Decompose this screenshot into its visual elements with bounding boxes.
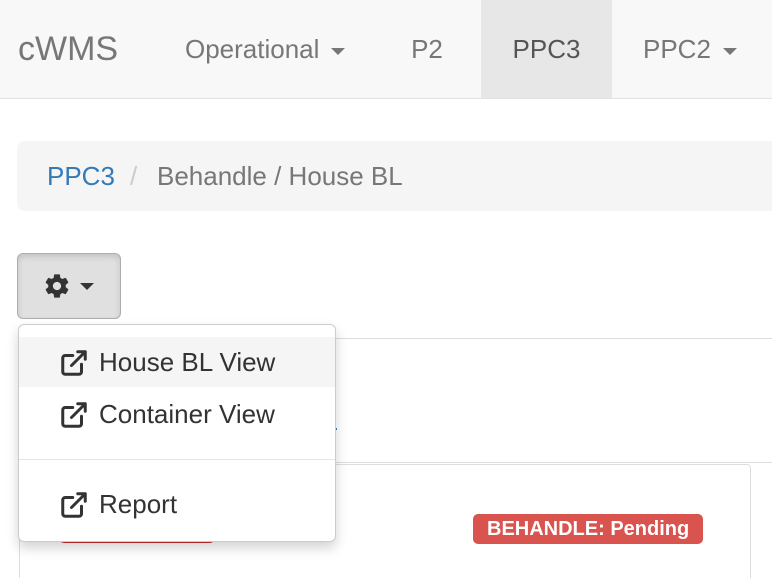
chevron-down-icon xyxy=(331,47,346,55)
panel-divider xyxy=(336,338,772,339)
menu-item-label: Container View xyxy=(99,399,275,429)
nav-item-label: PPC3 xyxy=(512,34,581,64)
nav-item-p2[interactable]: P2 xyxy=(373,0,481,98)
breadcrumb: PPC3 / Behandle / House BL xyxy=(17,141,772,211)
top-navbar: cWMS Operational P2 PPC3 PPC2 xyxy=(0,0,772,99)
external-link-icon xyxy=(61,402,87,428)
nav-item-ppc2[interactable]: PPC2 xyxy=(612,0,772,98)
menu-item-house-bl-view[interactable]: House BL View xyxy=(19,337,335,387)
menu-item-label: Report xyxy=(99,489,178,519)
gear-icon xyxy=(45,274,69,298)
tab-divider xyxy=(336,462,772,463)
page: cWMS Operational P2 PPC3 PPC2 PPC3 / Beh… xyxy=(0,0,772,578)
actions-dropdown-button[interactable] xyxy=(17,253,121,319)
menu-item-label: House BL View xyxy=(99,347,276,377)
menu-item-container-view[interactable]: Container View xyxy=(19,389,335,439)
status-badge: BEHANDLE: Pending xyxy=(473,514,704,544)
external-link-icon xyxy=(61,350,87,376)
nav-item-label: Operational xyxy=(185,34,320,64)
chevron-down-icon xyxy=(722,47,737,55)
nav-item-label: PPC2 xyxy=(643,34,711,64)
menu-item-report[interactable]: Report xyxy=(19,479,335,529)
breadcrumb-separator: / xyxy=(130,161,138,191)
nav-item-ppc3[interactable]: PPC3 xyxy=(481,0,612,98)
breadcrumb-link-ppc3[interactable]: PPC3 xyxy=(47,141,115,211)
nav-item-label: P2 xyxy=(411,34,443,64)
nav-item-operational[interactable]: Operational xyxy=(165,0,373,98)
caret-down-icon xyxy=(80,283,94,290)
menu-divider xyxy=(19,459,335,460)
brand-logo[interactable]: cWMS xyxy=(18,0,118,98)
external-link-icon xyxy=(61,492,87,518)
breadcrumb-current: Behandle / House BL xyxy=(157,161,403,191)
actions-dropdown-menu: House BL View Container View Report xyxy=(18,324,336,542)
